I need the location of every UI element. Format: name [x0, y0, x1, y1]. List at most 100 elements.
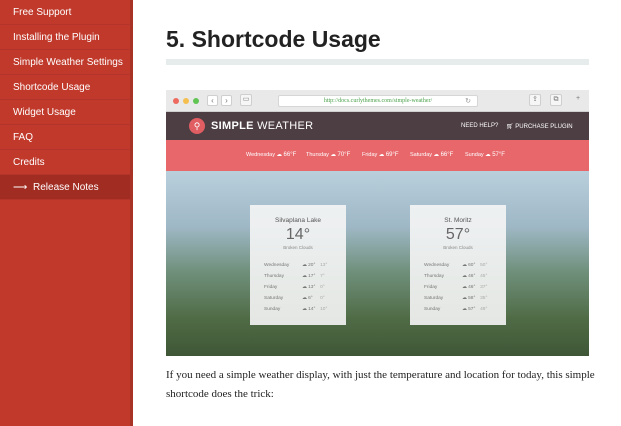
row-day: Sunday — [424, 307, 441, 312]
address-bar: http://docs.curlythemes.com/simple-weath… — [278, 95, 478, 107]
sidebar-item-credits[interactable]: Credits — [0, 150, 130, 175]
row-high: 6° — [308, 296, 313, 301]
card-city: Silvaplana Lake — [275, 217, 321, 224]
reload-icon: ↻ — [465, 97, 471, 105]
purchase-plugin-label: PURCHASE PLUGIN — [515, 124, 573, 130]
row-high: 14° — [308, 307, 316, 312]
purchase-plugin-link: 🛒︎ PURCHASE PLUGIN — [506, 123, 573, 130]
sidebar-item-label: Credits — [13, 157, 45, 168]
card-city: St. Moritz — [444, 217, 472, 224]
row-low: 0° — [320, 296, 325, 301]
site-logo-text: SIMPLE WEATHER — [211, 120, 313, 132]
sidebar-item-label: Installing the Plugin — [13, 32, 100, 43]
forecast-temp: 69°F — [385, 152, 399, 158]
row-day: Wednesday — [424, 263, 450, 268]
mountain-hero-image: Silvaplana Lake 14° Broken Clouds Wednes… — [166, 171, 589, 356]
row-low: 45° — [480, 274, 488, 279]
forecast-bar: Wednesday ☁ 66°F Thursday ☁ 70°F Friday … — [166, 140, 589, 171]
card-forecast-row: Sunday ☁ 57° 49° — [424, 304, 492, 315]
intro-paragraph: If you need a simple weather display, wi… — [166, 369, 595, 400]
forecast-temp: 66°F — [283, 152, 297, 158]
card-forecast-row: Thursday ☁ 46° 45° — [424, 271, 492, 282]
card-forecast-row: Friday ☁ 13° 0° — [264, 282, 332, 293]
forecast-day: Sunday — [465, 152, 484, 158]
forecast-item: Sunday ☁ 57°F — [465, 152, 505, 158]
sidebar-item-label: Free Support — [13, 7, 72, 18]
card-condition: Broken Clouds — [443, 245, 473, 250]
row-high: 17° — [308, 274, 316, 279]
forecast-item: Thursday ☁ 70°F — [306, 152, 351, 158]
title-divider — [166, 59, 589, 65]
forecast-day: Friday — [362, 152, 378, 158]
card-temp: 14° — [285, 226, 311, 243]
card-forecast-row: Saturday ☁ 6° 0° — [264, 293, 332, 304]
need-help-link: NEED HELP? — [461, 123, 499, 129]
sidebar-item-release-notes[interactable]: ⟶ Release Notes — [0, 175, 130, 200]
card-forecast-row: Wednesday ☁ 60° 50° — [424, 260, 492, 271]
sidebar-item-label: Simple Weather Settings — [13, 57, 123, 68]
forward-icon: › — [221, 95, 232, 106]
forecast-temp: 70°F — [337, 152, 351, 158]
row-low: 7° — [320, 274, 325, 279]
forecast-temp: 57°F — [492, 152, 505, 158]
back-icon: ‹ — [207, 95, 218, 106]
sidebar-item-label: Release Notes — [33, 182, 99, 193]
forecast-item: Wednesday ☁ 66°F — [246, 152, 297, 158]
forecast-item: Saturday ☁ 66°F — [410, 152, 454, 158]
row-low: 49° — [480, 307, 488, 312]
row-low: 0° — [320, 285, 325, 290]
sidebar-item-installing-the-plugin[interactable]: Installing the Plugin — [0, 25, 130, 50]
page-title: 5. Shortcode Usage — [166, 26, 381, 52]
card-forecast-row: Friday ☁ 46° 37° — [424, 282, 492, 293]
tabs-icon: ⧉ — [550, 94, 562, 106]
row-day: Saturday — [264, 296, 284, 301]
card-forecast-row: Wednesday ☁ 20° 13° — [264, 260, 332, 271]
sidebar-item-label: FAQ — [13, 132, 34, 143]
arrow-right-icon: ⟶ — [13, 182, 28, 193]
row-low: 13° — [320, 263, 328, 268]
forecast-item: Friday ☁ 69°F — [362, 152, 399, 158]
site-header: ⚲ SIMPLE WEATHER NEED HELP? 🛒︎ PURCHASE … — [166, 112, 589, 140]
row-low: 10° — [320, 307, 328, 312]
sidebar-nav: Free Support Installing the Plugin Simpl… — [0, 0, 133, 426]
row-day: Wednesday — [264, 263, 290, 268]
forecast-temp: 66°F — [440, 152, 454, 158]
row-high: 13° — [308, 285, 316, 290]
card-forecast-row: Thursday ☁ 17° 7° — [264, 271, 332, 282]
share-icon: ⇪ — [529, 94, 541, 106]
row-high: 20° — [308, 263, 316, 268]
maximize-dot-icon — [193, 98, 199, 104]
close-dot-icon — [173, 98, 179, 104]
card-temp: 57° — [445, 226, 471, 243]
sidebar-item-shortcode-usage[interactable]: Shortcode Usage — [0, 75, 130, 100]
sidebar-item-label: Widget Usage — [13, 107, 76, 118]
card-forecast-row: Saturday ☁ 58° 35° — [424, 293, 492, 304]
row-low: 37° — [480, 285, 488, 290]
sidebar-item-widget-usage[interactable]: Widget Usage — [0, 100, 130, 125]
row-day: Thursday — [424, 274, 444, 279]
logo-text-bold: SIMPLE — [211, 120, 254, 132]
forecast-day: Thursday — [306, 152, 329, 158]
row-day: Friday — [264, 285, 278, 290]
forecast-day: Wednesday — [246, 152, 275, 158]
address-bar-url: http://docs.curlythemes.com/simple-weath… — [323, 98, 433, 104]
card-condition: Broken Clouds — [283, 245, 313, 250]
card-forecast-row: Sunday ☁ 14° 10° — [264, 304, 332, 315]
row-high: 46° — [468, 285, 476, 290]
row-day: Sunday — [264, 307, 281, 312]
forecast-day: Saturday — [410, 152, 433, 158]
row-day: Saturday — [424, 296, 444, 301]
minimize-dot-icon — [183, 98, 189, 104]
sidebar-item-simple-weather-settings[interactable]: Simple Weather Settings — [0, 50, 130, 75]
row-low: 35° — [480, 296, 488, 301]
sidebar-item-free-support[interactable]: Free Support — [0, 0, 130, 25]
sidebar-toggle-icon: ▭ — [240, 94, 252, 106]
browser-chrome: ‹ › ▭ http://docs.curlythemes.com/simple… — [166, 90, 589, 112]
weather-card: St. Moritz 57° Broken Clouds Wednesday ☁ … — [410, 205, 506, 325]
row-day: Friday — [424, 285, 438, 290]
sidebar-item-faq[interactable]: FAQ — [0, 125, 130, 150]
weather-logo-icon: ⚲ — [189, 118, 205, 134]
weather-card: Silvaplana Lake 14° Broken Clouds Wednes… — [250, 205, 346, 325]
plugin-screenshot: ‹ › ▭ http://docs.curlythemes.com/simple… — [166, 90, 589, 356]
cart-icon: 🛒︎ — [506, 124, 516, 130]
